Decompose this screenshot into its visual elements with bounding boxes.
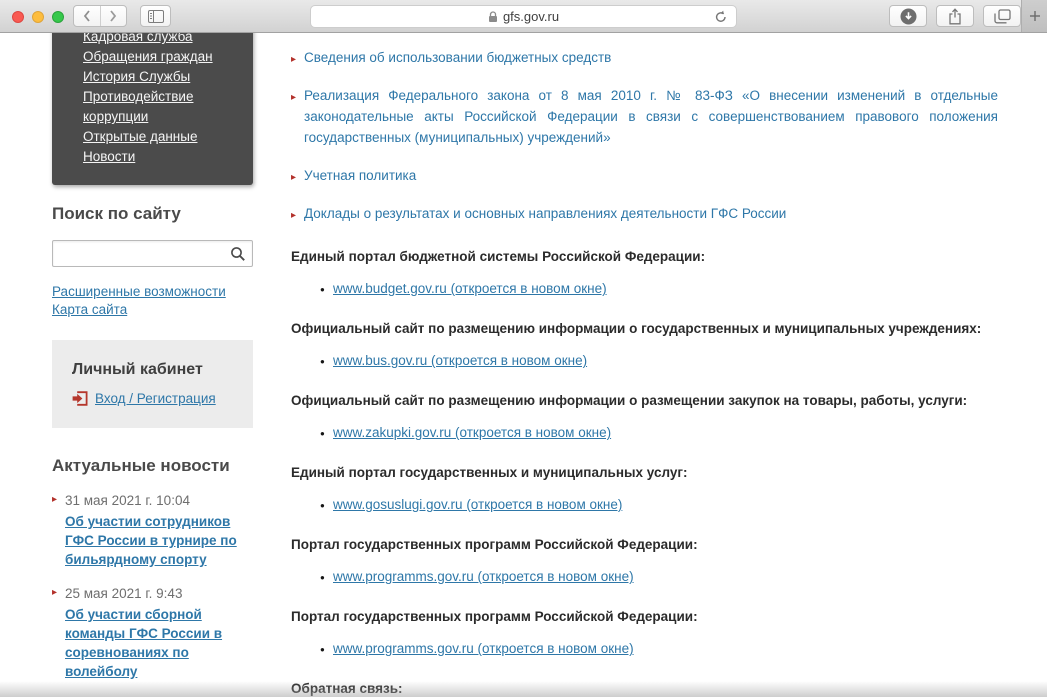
portal-link[interactable]: www.programms.gov.ru (откроется в новом … [333,569,634,584]
new-tab-button[interactable] [1021,0,1047,32]
document-link[interactable]: Учетная политика [304,168,416,183]
portal-heading: Портал государственных программ Российск… [291,537,698,552]
share-icon [949,7,961,24]
site-search-input[interactable] [59,242,224,265]
portal-link[interactable]: www.bus.gov.ru (откроется в новом окне) [333,353,587,368]
portal-link[interactable]: www.programms.gov.ru (откроется в новом … [333,641,634,656]
portal-heading: Единый портал государственных и муниципа… [291,465,688,480]
news-date: 31 мая 2021 г. 10:04 [65,493,190,508]
portal-link[interactable]: www.gosuslugi.gov.ru (откроется в новом … [333,497,622,512]
news-list: 31 мая 2021 г. 10:04 Об участии сотрудник… [52,493,253,681]
portal-link-item: www.budget.gov.ru (откроется в новом окн… [320,281,998,296]
news-item: 25 мая 2021 г. 9:43 Об участии сборной ко… [52,586,253,681]
portal-heading: Официальный сайт по размещению информаци… [291,321,982,336]
document-links-list: Сведения об использовании бюджетных сред… [291,47,998,226]
news-section-title: Актуальные новости [52,456,230,475]
document-link[interactable]: Доклады о результатах и основных направл… [304,206,786,221]
sidebar-menu-item[interactable]: Новости [83,147,235,167]
portal-link-item: www.bus.gov.ru (откроется в новом окне) [320,353,998,368]
search-icon [231,247,245,261]
news-date: 25 мая 2021 г. 9:43 [65,586,183,601]
portal-heading: Обратная связь: [291,681,403,696]
document-link-item: Учетная политика [291,165,998,188]
chevron-left-icon [83,10,90,22]
back-button[interactable] [74,6,100,26]
portal-heading: Официальный сайт по размещению информаци… [291,393,968,408]
portal-link[interactable]: www.zakupki.gov.ru (откроется в новом ок… [333,425,611,440]
search-extra-link[interactable]: Расширенные возможности [52,283,253,301]
document-link[interactable]: Сведения об использовании бюджетных сред… [304,50,611,65]
webpage-viewport: Кадровая служба Обращения граждан История … [0,33,1047,697]
portal-links-sections: Единый портал бюджетной системы Российск… [291,248,998,697]
window-controls [12,11,64,23]
download-icon [900,8,916,24]
sidebar-menu-item[interactable]: Противодействие коррупции [83,87,235,127]
portal-link[interactable]: www.budget.gov.ru (откроется в новом окн… [333,281,607,296]
browser-toolbar: gfs.gov.ru [0,0,1047,33]
personal-cabinet-title: Личный кабинет [72,361,203,378]
sidebar-menu-item[interactable]: Открытые данные [83,127,235,147]
portal-heading: Портал государственных программ Российск… [291,609,698,624]
lock-icon [488,10,497,22]
site-search-title: Поиск по сайту [52,204,181,223]
tabs-icon [993,8,1011,23]
address-bar[interactable]: gfs.gov.ru [310,5,737,28]
document-link-item: Реализация Федерального закона от 8 мая … [291,85,998,148]
plus-icon [1029,11,1040,21]
close-window-button[interactable] [12,11,24,23]
url-text: gfs.gov.ru [502,9,560,24]
site-search-box [52,240,253,267]
login-register-link[interactable]: Вход / Регистрация [95,391,216,406]
document-link-item: Сведения об использовании бюджетных сред… [291,47,998,70]
portal-link-item: www.gosuslugi.gov.ru (откроется в новом … [320,497,998,512]
share-button[interactable] [936,5,974,27]
sidebar-menu: Кадровая служба Обращения граждан История … [52,33,253,185]
document-link-item: Доклады о результатах и основных направл… [291,203,998,226]
reload-button[interactable] [714,10,728,29]
minimize-window-button[interactable] [32,11,44,23]
news-item: 31 мая 2021 г. 10:04 Об участии сотрудник… [52,493,253,569]
login-icon [72,391,88,406]
chevron-right-icon [110,10,117,22]
main-content: Сведения об использовании бюджетных сред… [291,33,998,697]
show-tabs-button[interactable] [983,5,1021,27]
portal-link-item: www.programms.gov.ru (откроется в новом … [320,641,998,656]
sidebar-panel-icon [147,9,164,23]
search-submit-button[interactable] [230,246,246,267]
portal-heading: Единый портал бюджетной системы Российск… [291,249,706,264]
downloads-button[interactable] [889,5,927,27]
forward-button[interactable] [99,6,127,26]
reload-icon [715,10,726,22]
browser-window: gfs.gov.ru Кадровая служба Обращения гра… [0,0,1047,697]
search-extra-links: Расширенные возможности Карта сайта [52,283,253,319]
news-link[interactable]: Об участии сотрудников ГФС России в турн… [65,512,253,569]
portal-link-item: www.programms.gov.ru (откроется в новом … [320,569,998,584]
news-link[interactable]: Об участии сборной команды ГФС России в … [65,605,253,681]
sidebar-menu-item[interactable]: Кадровая служба [83,33,235,47]
sidebar: Кадровая служба Обращения граждан История … [52,33,253,681]
sidebar-menu-item[interactable]: История Службы [83,67,235,87]
zoom-window-button[interactable] [52,11,64,23]
sidebar-toggle-button[interactable] [140,5,171,27]
history-nav [73,5,127,27]
document-link[interactable]: Реализация Федерального закона от 8 мая … [304,88,998,145]
sidebar-menu-item[interactable]: Обращения граждан [83,47,235,67]
search-extra-link[interactable]: Карта сайта [52,301,253,319]
portal-link-item: www.zakupki.gov.ru (откроется в новом ок… [320,425,998,440]
personal-cabinet-panel: Личный кабинет Вход / Регистрация [52,340,253,428]
